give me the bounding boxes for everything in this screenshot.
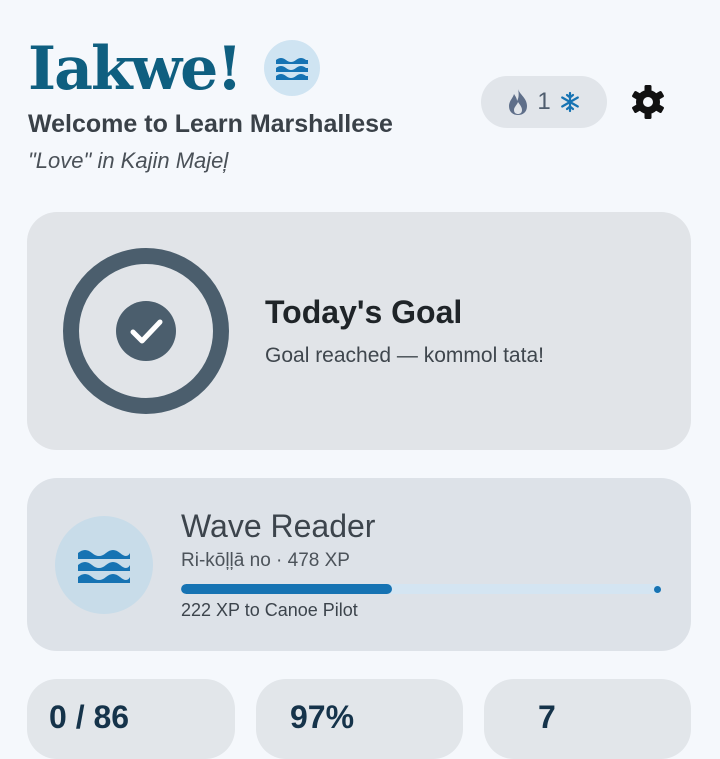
gear-icon bbox=[632, 85, 664, 119]
stat-value: 7 bbox=[538, 699, 556, 735]
stat-card-accuracy[interactable]: 97% bbox=[256, 679, 463, 759]
flame-icon bbox=[509, 89, 528, 115]
check-icon bbox=[116, 301, 176, 361]
snowflake-icon bbox=[560, 91, 579, 113]
level-next-text: 222 XP to Canoe Pilot bbox=[181, 600, 358, 620]
daily-goal-card[interactable]: Today's Goal Goal reached — kommol tata! bbox=[27, 212, 691, 450]
xp-progress-end-dot bbox=[654, 586, 661, 593]
goal-status: Goal reached — kommol tata! bbox=[265, 344, 544, 367]
waves-logo-badge bbox=[264, 40, 320, 96]
stat-value: 97% bbox=[290, 699, 355, 735]
level-card[interactable]: Wave Reader Ri-kōļļā no · 478 XP 222 XP … bbox=[27, 478, 691, 651]
goal-progress-ring bbox=[63, 248, 229, 414]
settings-button[interactable] bbox=[628, 82, 668, 122]
app-header: Iakwe! Welcome to Learn Marshallese "Lov… bbox=[28, 30, 692, 180]
level-name: Wave Reader bbox=[181, 508, 376, 544]
streak-count: 1 bbox=[537, 88, 551, 115]
subtitle-text: "Love" in Kajin Majeļ bbox=[28, 148, 229, 173]
stat-value: 0 / 86 bbox=[49, 699, 130, 735]
xp-progress-fill bbox=[181, 584, 393, 594]
level-meta: Ri-kōļļā no · 478 XP bbox=[181, 550, 350, 571]
stat-card-days[interactable]: 7 bbox=[484, 679, 691, 759]
waves-icon bbox=[276, 58, 308, 80]
stat-card-words[interactable]: 0 / 86 bbox=[27, 679, 235, 759]
streak-pill[interactable]: 1 bbox=[481, 76, 607, 128]
welcome-text: Welcome to Learn Marshallese bbox=[28, 110, 393, 138]
waves-icon bbox=[78, 550, 130, 583]
xp-progress-bar bbox=[181, 584, 661, 594]
app-title: Iakwe! bbox=[28, 34, 243, 104]
goal-title: Today's Goal bbox=[265, 294, 463, 330]
level-badge bbox=[55, 516, 153, 614]
